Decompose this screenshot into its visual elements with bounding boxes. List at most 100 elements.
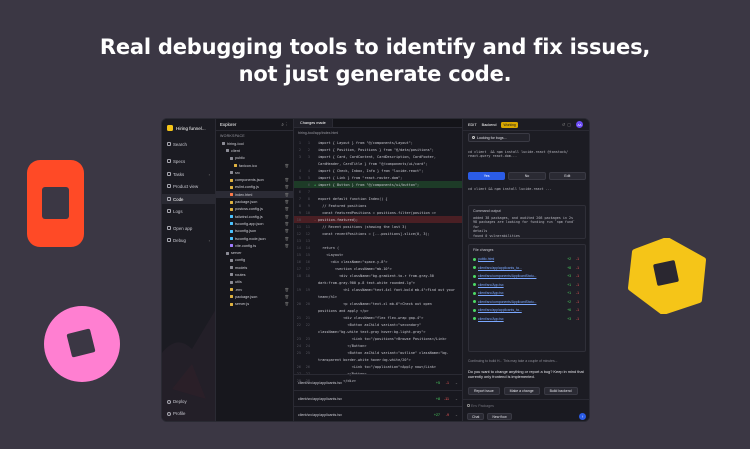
changed-file-name: client/src/app/applicants.tsx [298,396,342,401]
tree-item[interactable]: index.html 🗑 [216,191,293,199]
sidebar-item-profile[interactable]: Profile [162,411,215,416]
panel-icon[interactable]: ▢ [567,122,573,127]
chat-chip[interactable]: Chat [467,413,485,420]
sidebar-item-tasks[interactable]: Tasks › [162,169,215,179]
tree-item[interactable]: eslint.config.js 🗑 [216,184,293,191]
avatar[interactable]: AA [576,121,583,128]
tree-item[interactable]: src [216,169,293,176]
sidebar-item-specs[interactable]: Specs [162,156,215,166]
tree-item[interactable]: routes [216,271,293,278]
file-change-row[interactable]: client/src/App.tsx +1 -1 [469,281,585,290]
sidebar-item-open-app[interactable]: Open app [162,223,215,233]
code-line: 13 13 [294,237,462,244]
trash-icon[interactable]: 🗑 [284,295,289,299]
no-button[interactable]: No [508,172,546,180]
trash-icon[interactable]: 🗑 [284,237,289,241]
sidebar-item-code[interactable]: Code [162,194,215,204]
trash-icon[interactable]: 🗑 [284,193,289,197]
file-icon [230,229,233,233]
trash-icon[interactable]: 🗑 [284,288,289,292]
file-change-row[interactable]: client/src/components/ApplicantStatu... +… [469,298,585,307]
tree-item[interactable]: tsconfig.app.json 🗑 [216,220,293,227]
chevron-down-icon[interactable]: ⌄ [455,381,458,385]
file-change-row[interactable]: client/src/App.tsx +1 -1 [469,289,585,298]
file-icon [222,142,225,146]
make-change-button[interactable]: Make a change [503,387,540,395]
tree-item[interactable]: package.json 🗑 [216,293,293,300]
attach-icon[interactable] [467,404,470,407]
arrow-up-icon[interactable]: ↑ [579,413,586,420]
tree-item[interactable]: hiring-tool [216,140,293,147]
file-change-link[interactable]: client/src/components/ApplicantStatu... [478,300,536,304]
trash-icon[interactable]: 🗑 [284,200,289,204]
file-change-row[interactable]: client/src/app/applicants_ta... +6 -1 [469,306,585,315]
tab-changes[interactable]: Changes made [294,119,333,127]
file-change-row[interactable]: client/src/app/applicants_ta... +8 -1 [469,264,585,273]
brand[interactable]: Hiring funnel... [167,125,206,131]
code-text: import { Link } from "react-router-dom"; [318,175,403,180]
agent-message: Do you want to change anything or report… [468,369,584,379]
trash-icon[interactable]: 🗑 [284,222,289,226]
headline: Real debugging tools to identify and fix… [0,34,750,88]
trash-icon[interactable]: 🗑 [284,244,289,248]
changed-file-row[interactable]: client/src/app/applicants.tsx +27 -9 ⌄ [294,406,462,421]
line-number-new: 16 [305,259,310,264]
file-change-row[interactable]: public.html +2 -1 [469,255,585,264]
tree-item[interactable]: tailwind.config.js 🗑 [216,213,293,220]
tree-item[interactable]: public [216,155,293,162]
workspace-section: WORKSPACE [220,134,245,138]
changed-file-row[interactable]: client/src/app/applicants.tsx +8 -11 ⌄ [294,390,462,406]
decorative-yellow-shape [628,238,706,314]
tree-item[interactable]: vite.config.ts 🗑 [216,242,293,249]
tree-item-label: index.html [235,192,253,197]
file-change-link[interactable]: client/src/app/applicants_ta... [478,308,522,312]
tree-item[interactable]: server.js 🗑 [216,301,293,308]
chevron-down-icon[interactable]: ⌄ [455,397,458,401]
chevron-down-icon[interactable]: ⌄ [455,413,458,417]
file-change-link[interactable]: client/src/App.tsx [478,317,504,321]
tab-backend[interactable]: Backend [482,123,497,127]
changed-file-row[interactable]: client/src/app/applicants.tsx +5 -1 ⌄ [294,374,462,390]
tree-item[interactable]: favicon.ico 🗑 [216,162,293,169]
file-change-link[interactable]: client/src/App.tsx [478,283,504,287]
tree-item[interactable]: utils [216,279,293,286]
code-line: 7 8 export default function Index() { [294,195,462,202]
file-change-link[interactable]: client/src/App.tsx [478,291,504,295]
file-change-row[interactable]: client/src/components/ApplicantStatu... +… [469,272,585,281]
trash-icon[interactable]: 🗑 [284,164,289,168]
sidebar-item-label: Tasks [173,171,185,177]
file-change-row[interactable]: client/src/App.tsx +3 -1 [469,315,585,324]
trash-icon[interactable]: 🗑 [284,302,289,306]
tree-item[interactable]: .env 🗑 [216,286,293,293]
more-icon[interactable]: ⋮ [286,122,289,127]
trash-icon[interactable]: 🗑 [284,215,289,219]
tree-item[interactable]: package.json 🗑 [216,198,293,205]
file-change-link[interactable]: public.html [478,257,494,261]
tree-item[interactable]: config [216,257,293,264]
tree-item[interactable]: postcss.config.js 🗑 [216,206,293,213]
trash-icon[interactable]: 🗑 [284,185,289,189]
trash-icon[interactable]: 🗑 [284,178,289,182]
file-change-link[interactable]: client/src/app/applicants_ta... [478,266,522,270]
tree-item[interactable]: models [216,264,293,271]
yes-button[interactable]: Yes [468,172,506,180]
report-issue-button[interactable]: Report issue [468,387,500,395]
trash-icon[interactable]: 🗑 [284,207,289,211]
chat-input[interactable]: Env Packages Chat New flow ↑ [463,399,589,421]
tree-item[interactable]: components.json 🗑 [216,176,293,183]
sidebar-item-deploy[interactable]: Deploy [162,399,215,404]
tree-item[interactable]: tsconfig.json 🗑 [216,228,293,235]
new-flow-chip[interactable]: New flow [487,413,512,420]
tree-item[interactable]: client [216,147,293,154]
tab-edit[interactable]: EDIT [468,123,477,127]
build-backend-button[interactable]: Build backend [543,387,578,395]
sidebar-item-search[interactable]: Search [162,139,215,149]
file-change-link[interactable]: client/src/components/ApplicantStatu... [478,274,536,278]
tree-item[interactable]: server [216,249,293,256]
trash-icon[interactable]: 🗑 [284,229,289,233]
tree-item[interactable]: tsconfig.node.json 🗑 [216,235,293,242]
sidebar-item-product-view[interactable]: Product view [162,181,215,191]
edit-button[interactable]: Edit [548,172,586,180]
sidebar-item-debug[interactable]: Debug › [162,235,215,245]
sidebar-item-logs[interactable]: Logs [162,206,215,216]
